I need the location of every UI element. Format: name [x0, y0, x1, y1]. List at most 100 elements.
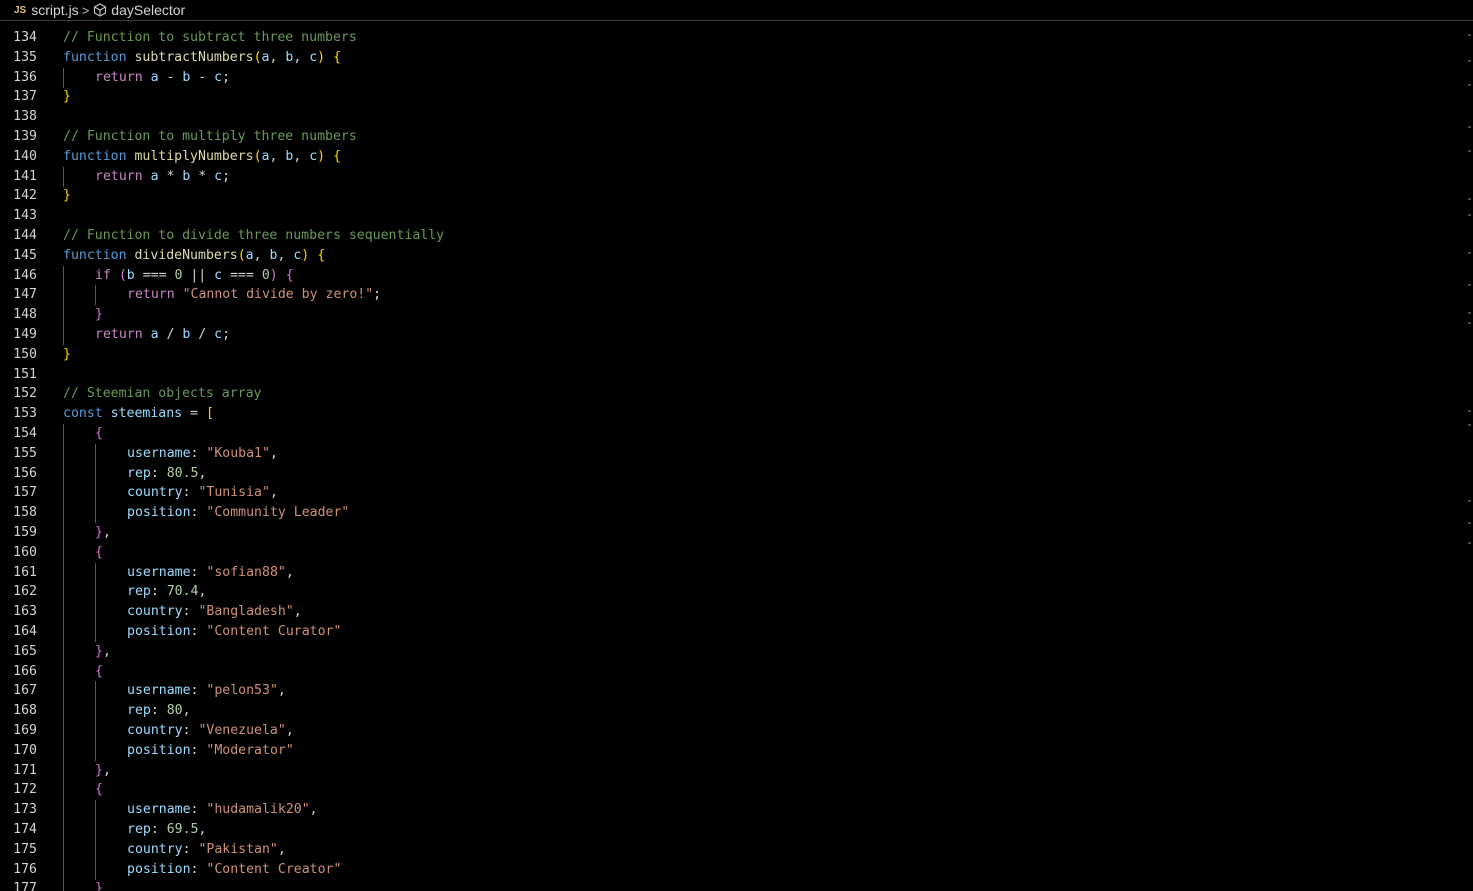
- code-line[interactable]: 159},: [0, 523, 1466, 543]
- code-token: ,: [309, 802, 318, 818]
- code-line[interactable]: 168 rep: 80,: [0, 701, 1466, 722]
- code-line[interactable]: 135 function subtractNumbers(a, b, c) {: [0, 48, 1466, 68]
- breadcrumb-file[interactable]: script.js: [31, 2, 78, 18]
- code-token: {: [317, 247, 326, 263]
- code-line[interactable]: 141 return a * b * c;: [0, 166, 1466, 187]
- breadcrumb-symbol[interactable]: daySelector: [111, 2, 185, 18]
- code-line[interactable]: 144 // Function to divide three numbers s…: [0, 226, 1466, 246]
- code-line[interactable]: 139 // Function to multiply three numbers: [0, 127, 1466, 147]
- code-token: ;: [373, 287, 382, 303]
- indent-guide: [95, 483, 96, 504]
- code-line[interactable]: 154 {: [0, 424, 1466, 444]
- line-number: 137: [13, 89, 37, 105]
- line-number: 148: [13, 307, 37, 323]
- code-line[interactable]: 150}: [0, 345, 1466, 365]
- code-line[interactable]: 153 const steemians = [: [0, 404, 1466, 424]
- code-line[interactable]: 137}: [0, 87, 1466, 107]
- code-line[interactable]: 156 rep: 80.5,: [0, 463, 1466, 484]
- code-token: {: [285, 267, 294, 283]
- code-line[interactable]: 145 function divideNumbers(a, b, c) {: [0, 246, 1466, 266]
- code-line[interactable]: 151: [0, 365, 1466, 385]
- code-line[interactable]: 174 rep: 69.5,: [0, 820, 1466, 840]
- code-line[interactable]: 162 rep: 70.4,: [0, 582, 1466, 603]
- line-number: 167: [13, 683, 37, 699]
- code-text: country: "Bangladesh",: [127, 602, 302, 622]
- code-line[interactable]: 148}: [0, 305, 1466, 326]
- code-line[interactable]: 175 country: "Pakistan",: [0, 839, 1466, 860]
- code-text: return a / b / c;: [95, 325, 230, 345]
- code-token: ;: [222, 327, 231, 342]
- code-line[interactable]: 155 username: "Kouba1",: [0, 443, 1466, 464]
- scrollbar-marker: [1468, 424, 1471, 426]
- minimap-scrollbar[interactable]: [1466, 22, 1473, 891]
- code-line[interactable]: 161 username: "sofian88",: [0, 562, 1466, 583]
- code-line[interactable]: 134 // Function to subtract three numbers: [0, 28, 1466, 48]
- code-line[interactable]: 138: [0, 107, 1466, 127]
- code-token: :: [150, 703, 167, 719]
- code-line[interactable]: 152 // Steemian objects array: [0, 384, 1466, 404]
- indent-guide: [95, 681, 96, 702]
- code-token: "Cannot divide by zero!": [182, 287, 374, 303]
- indent-guide: [63, 701, 64, 722]
- scrollbar-marker: [1468, 410, 1471, 412]
- line-number: 163: [13, 604, 37, 620]
- code-token: :: [150, 822, 167, 837]
- code-token: }: [95, 307, 103, 323]
- indent-guide: [95, 800, 96, 821]
- indent-guide: [63, 622, 64, 642]
- code-text: {: [95, 662, 103, 682]
- code-line[interactable]: 166 {: [0, 661, 1466, 682]
- code-line[interactable]: 147 return "Cannot divide by zero!";: [0, 285, 1466, 306]
- scrollbar-marker: [1468, 84, 1471, 86]
- code-token: ,: [102, 643, 111, 659]
- code-line[interactable]: 165},: [0, 641, 1466, 662]
- code-text: // Function to multiply three numbers: [63, 127, 357, 147]
- code-text: },: [95, 642, 111, 662]
- code-line[interactable]: 160 {: [0, 542, 1466, 563]
- code-line[interactable]: 158 position: "Community Leader": [0, 503, 1466, 524]
- code-token: -: [158, 69, 183, 85]
- code-line[interactable]: 170 position: "Moderator": [0, 740, 1466, 761]
- code-token: [: [205, 406, 214, 422]
- line-number: 138: [13, 109, 37, 125]
- code-line[interactable]: 177}: [0, 879, 1466, 891]
- code-line[interactable]: 171},: [0, 760, 1466, 781]
- indent-guide: [63, 760, 64, 781]
- code-line[interactable]: 172 {: [0, 780, 1466, 801]
- code-line[interactable]: 173 username: "hudamalik20",: [0, 800, 1466, 821]
- indent-guide: [95, 820, 96, 840]
- code-token: "Content Curator": [206, 624, 342, 639]
- code-line[interactable]: 140 function multiplyNumbers(a, b, c) {: [0, 147, 1466, 167]
- code-line[interactable]: 143: [0, 206, 1466, 226]
- code-token: return: [95, 69, 143, 85]
- code-token: :: [190, 802, 207, 818]
- code-line[interactable]: 157 country: "Tunisia",: [0, 483, 1466, 504]
- indent-guide: [63, 424, 64, 444]
- code-token: return: [95, 327, 143, 342]
- line-number: 177: [13, 881, 37, 891]
- code-token: country: [127, 485, 183, 501]
- code-token: function: [63, 49, 127, 65]
- code-line[interactable]: 136 return a - b - c;: [0, 67, 1466, 88]
- code-editor[interactable]: 134 // Function to subtract three numbers…: [0, 18, 1466, 891]
- code-line[interactable]: 163 country: "Bangladesh",: [0, 602, 1466, 623]
- code-line[interactable]: 164 position: "Content Curator": [0, 622, 1466, 642]
- code-line[interactable]: 146 if (b === 0 || c === 0) {: [0, 265, 1466, 286]
- code-token: :: [190, 564, 207, 580]
- code-token: const: [63, 406, 103, 422]
- line-number: 136: [13, 69, 37, 85]
- indent-guide: [63, 780, 64, 801]
- code-line[interactable]: 176 position: "Content Creator": [0, 859, 1466, 880]
- line-number: 147: [13, 287, 37, 303]
- code-token: ,: [198, 584, 207, 600]
- code-line[interactable]: 169 country: "Venezuela",: [0, 721, 1466, 741]
- code-line[interactable]: 142}: [0, 186, 1466, 206]
- code-text: username: "Kouba1",: [127, 444, 278, 464]
- line-number: 172: [13, 782, 37, 798]
- code-line[interactable]: 149 return a / b / c;: [0, 325, 1466, 345]
- code-text: },: [95, 761, 111, 781]
- code-token: =: [182, 406, 206, 422]
- code-line[interactable]: 167 username: "pelon53",: [0, 681, 1466, 702]
- code-text: username: "hudamalik20",: [127, 800, 318, 820]
